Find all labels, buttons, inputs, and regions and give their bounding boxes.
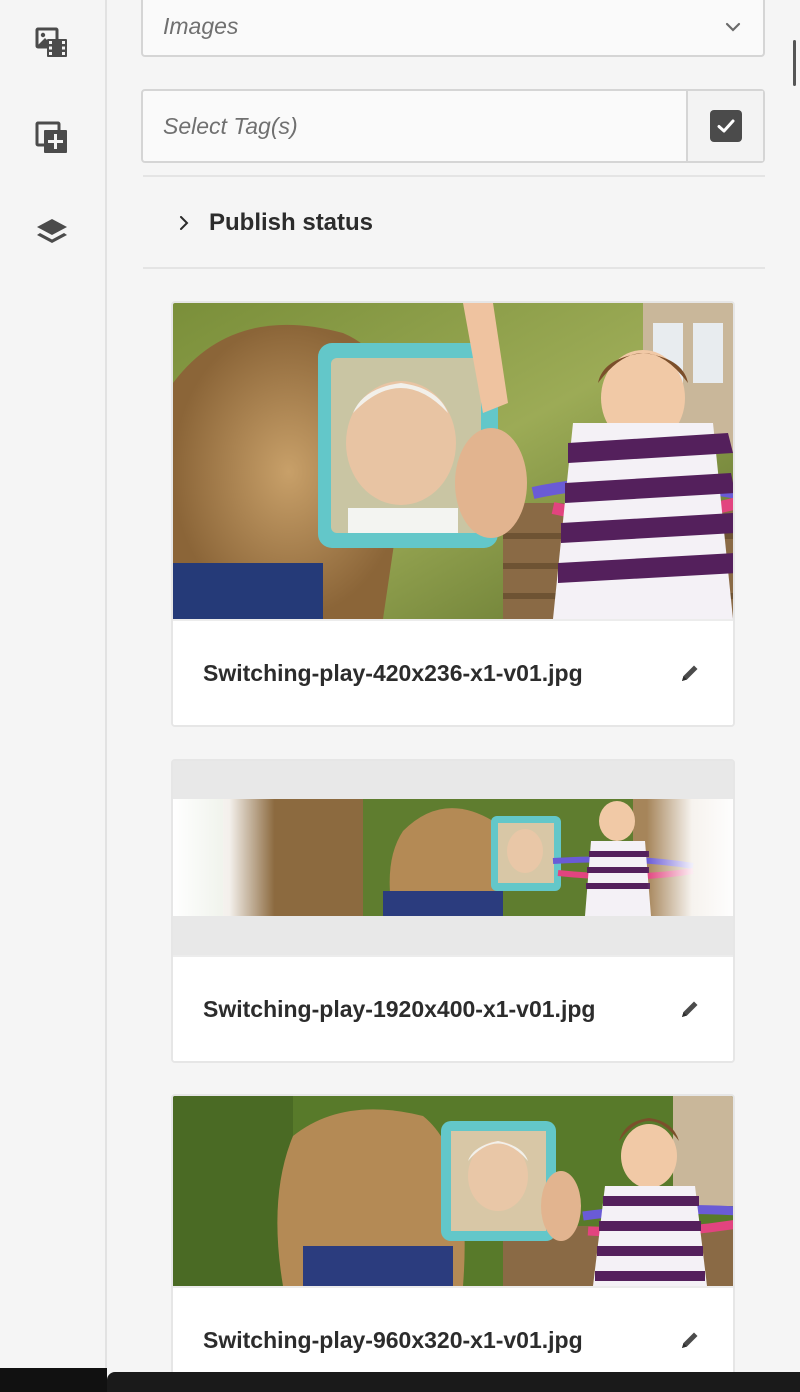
edit-icon[interactable]	[677, 660, 703, 686]
publish-status-label: Publish status	[209, 209, 374, 236]
publish-status-accordion[interactable]: Publish status	[143, 178, 765, 268]
tag-selector	[141, 89, 765, 163]
asset-card-footer: Switching-play-420x236-x1-v01.jpg	[173, 619, 733, 725]
chevron-right-icon	[180, 216, 189, 230]
divider	[143, 175, 765, 177]
asset-thumbnail	[173, 761, 733, 955]
edit-icon[interactable]	[677, 996, 703, 1022]
asset-type-value: Images	[163, 13, 239, 39]
rail-assets-button[interactable]	[34, 24, 70, 60]
tags-confirm-button[interactable]	[686, 91, 763, 161]
taskbar-edge	[0, 1368, 107, 1392]
layers-icon	[37, 219, 67, 243]
asset-card-footer: Switching-play-1920x400-x1-v01.jpg	[173, 955, 733, 1061]
add-component-icon	[35, 121, 67, 153]
app-root: Images Publish status	[0, 0, 800, 1392]
chevron-down-icon	[725, 22, 741, 32]
dock-bar	[107, 1372, 800, 1392]
asset-card[interactable]: Switching-play-1920x400-x1-v01.jpg	[171, 759, 735, 1063]
asset-type-select[interactable]: Images	[141, 0, 765, 57]
asset-thumbnail	[173, 303, 733, 619]
edit-icon[interactable]	[677, 1327, 703, 1353]
rail-content-tree-button[interactable]	[34, 216, 70, 252]
asset-card[interactable]: Switching-play-960x320-x1-v01.jpg	[171, 1094, 735, 1392]
rail-components-button[interactable]	[34, 120, 70, 156]
asset-name: Switching-play-1920x400-x1-v01.jpg	[203, 995, 596, 1022]
asset-card[interactable]: Switching-play-420x236-x1-v01.jpg	[171, 301, 735, 727]
side-rail	[0, 0, 107, 1392]
tags-input[interactable]	[143, 91, 686, 161]
asset-name: Switching-play-420x236-x1-v01.jpg	[203, 659, 583, 686]
asset-finder-panel: Images Publish status	[109, 0, 800, 1392]
asset-media-icon	[35, 27, 67, 57]
scrollbar[interactable]	[793, 40, 796, 86]
checkmark-icon	[709, 110, 742, 142]
divider	[143, 267, 765, 269]
asset-name: Switching-play-960x320-x1-v01.jpg	[203, 1326, 583, 1353]
asset-thumbnail	[173, 1096, 733, 1286]
